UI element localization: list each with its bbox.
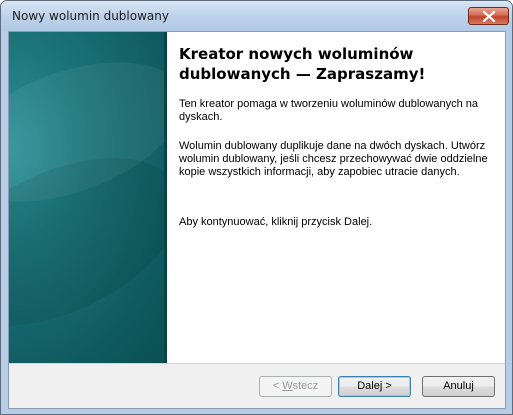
wizard-description-text: Wolumin dublowany duplikuje dane na dwóc… bbox=[179, 140, 488, 178]
back-button-rest: stecz bbox=[292, 380, 319, 392]
back-button-mnemonic: W bbox=[282, 380, 293, 392]
wizard-window: Nowy wolumin dublowany Kreator nowych wo… bbox=[0, 0, 513, 415]
wizard-button-bar: < Wstecz Dalej > Anuluj bbox=[9, 363, 505, 408]
back-button-prefix: < bbox=[272, 380, 283, 392]
wizard-client-area: Kreator nowych woluminów dublowanych — Z… bbox=[8, 31, 506, 409]
title-bar[interactable]: Nowy wolumin dublowany bbox=[1, 1, 512, 31]
wizard-side-banner bbox=[9, 32, 167, 363]
wizard-intro-text: Ten kreator pomaga w tworzeniu woluminów… bbox=[179, 98, 478, 123]
close-icon bbox=[482, 11, 496, 22]
wizard-heading: Kreator nowych woluminów dublowanych — Z… bbox=[179, 45, 426, 83]
next-button[interactable]: Dalej > bbox=[338, 376, 411, 397]
cancel-button[interactable]: Anuluj bbox=[422, 376, 495, 397]
wizard-continue-text: Aby kontynuować, kliknij przycisk Dalej. bbox=[179, 216, 373, 228]
window-title: Nowy wolumin dublowany bbox=[12, 9, 169, 23]
banner-edge bbox=[164, 32, 167, 363]
close-button[interactable] bbox=[468, 7, 509, 25]
back-button[interactable]: < Wstecz bbox=[259, 376, 332, 397]
